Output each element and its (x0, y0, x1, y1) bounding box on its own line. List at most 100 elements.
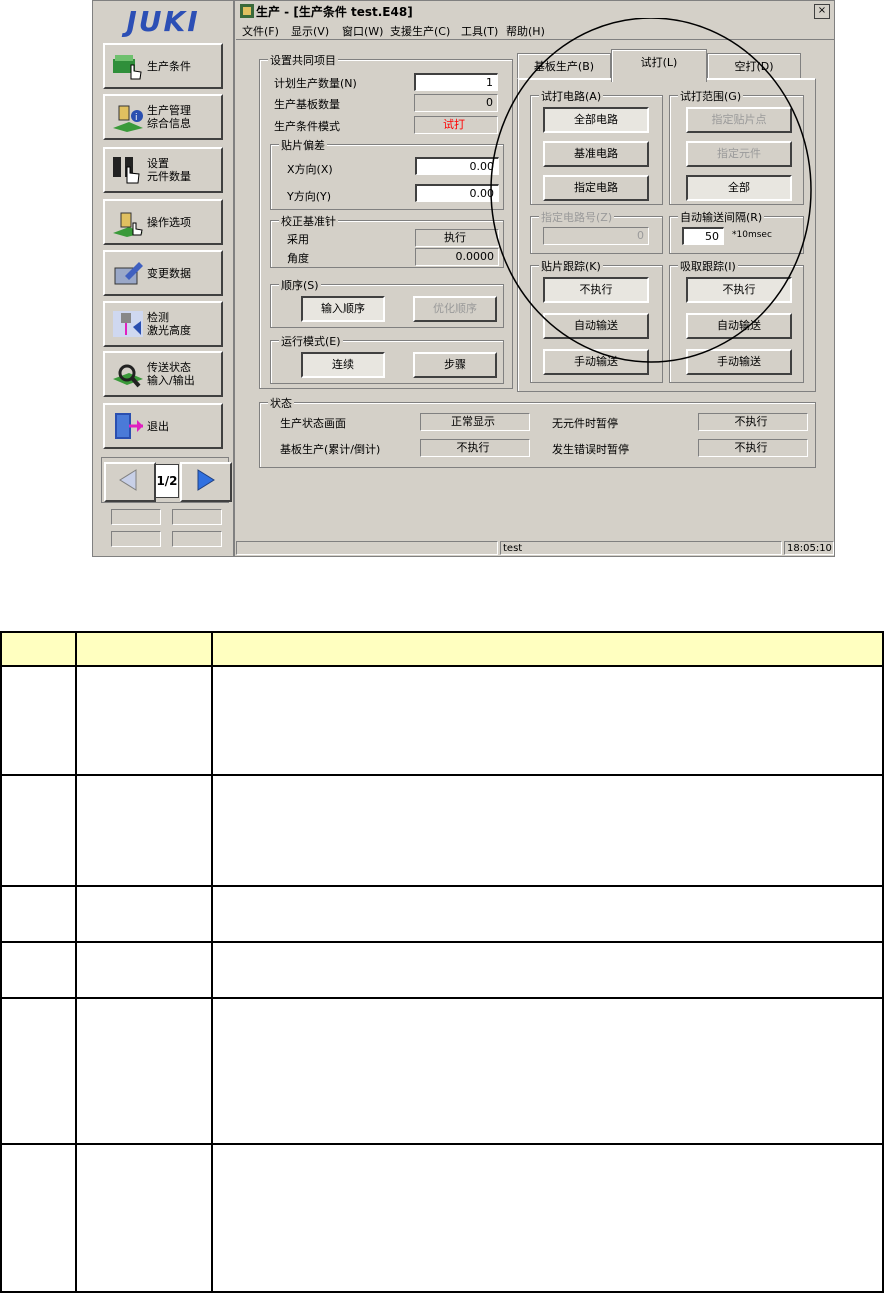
status-pane-blank (236, 541, 498, 555)
table-row (0, 774, 884, 887)
mount-track-manual-button[interactable]: 手动输送 (543, 349, 649, 375)
status-file: test (500, 541, 782, 555)
no-part-pause-value: 不执行 (698, 413, 808, 431)
table-row (0, 1143, 884, 1293)
left-nav-panel: JUKI 生产条件 i 生产管理 综合信息 设置 元件数量 操作选项 变更数据 … (93, 1, 235, 556)
table-row (0, 885, 884, 943)
status-slot (111, 509, 161, 525)
pick-track-auto-button[interactable]: 自动输送 (686, 313, 792, 339)
group-label: 自动输送间隔(R) (678, 209, 765, 225)
table-cell (75, 1143, 213, 1293)
arrow-right-icon (197, 469, 215, 491)
mount-track-auto-button[interactable]: 自动输送 (543, 313, 649, 339)
header-cell (75, 631, 213, 667)
step-button[interactable]: 步骤 (413, 352, 497, 378)
edit-icon (114, 262, 143, 285)
calib-group: 校正基准针 采用 执行 角度 0.0000 (270, 213, 504, 268)
nav-operation-options-button[interactable]: 操作选项 (103, 199, 223, 245)
nav-label: 退出 (147, 419, 169, 433)
arrow-left-icon (119, 469, 137, 491)
auto-interval-group: 自动输送间隔(R) 50 *10msec (669, 209, 804, 254)
nav-label: 设置 元件数量 (147, 157, 191, 183)
calib-angle-label: 角度 (287, 252, 309, 265)
group-label: 指定电路号(Z) (539, 209, 615, 225)
auto-interval-input[interactable]: 50 (682, 227, 724, 245)
error-pause-label: 发生错误时暂停 (552, 443, 629, 456)
all-circuits-button[interactable]: 全部电路 (543, 107, 649, 133)
common-settings-group: 设置共同项目 计划生产数量(N) 1 生产基板数量 0 生产条件模式 试打 贴片… (259, 52, 513, 389)
pick-track-none-button[interactable]: 不执行 (686, 277, 792, 303)
next-page-button[interactable] (180, 462, 232, 502)
group-label: 设置共同项目 (268, 52, 338, 68)
nav-production-conditions-button[interactable]: 生产条件 (103, 43, 223, 89)
status-bar: test 18:05:10 (236, 540, 834, 556)
pick-track-manual-button[interactable]: 手动输送 (686, 349, 792, 375)
menu-view[interactable]: 显示(V) (291, 23, 329, 39)
continuous-button[interactable]: 连续 (301, 352, 385, 378)
input-order-button[interactable]: 输入顺序 (301, 296, 385, 322)
menu-tools[interactable]: 工具(T) (461, 23, 498, 39)
optimize-order-button[interactable]: 优化顺序 (413, 296, 497, 322)
table-cell (211, 997, 884, 1145)
tab-trial[interactable]: 试打(L) (611, 49, 707, 82)
circuit-number-input[interactable]: 0 (543, 227, 649, 245)
table-cell (0, 941, 77, 999)
menu-help[interactable]: 帮助(H) (506, 23, 545, 39)
menu-window[interactable]: 窗口(W) (342, 23, 383, 39)
mode-value: 试打 (414, 116, 498, 134)
header-cell (0, 631, 77, 667)
prev-page-button[interactable] (104, 462, 156, 502)
production-window: JUKI 生产条件 i 生产管理 综合信息 设置 元件数量 操作选项 变更数据 … (92, 0, 835, 557)
operator-icon (113, 212, 143, 237)
nav-label: 操作选项 (147, 215, 191, 229)
nav-label: 变更数据 (147, 266, 191, 280)
plan-qty-input[interactable]: 1 (414, 73, 498, 91)
nav-exit-button[interactable]: 退出 (103, 403, 223, 449)
nav-change-data-button[interactable]: 变更数据 (103, 250, 223, 296)
table-cell (75, 885, 213, 943)
board-qty-label: 生产基板数量 (274, 98, 340, 111)
juki-logo: JUKI (97, 5, 229, 39)
table-cell (0, 1143, 77, 1293)
auto-interval-unit: *10msec (732, 230, 772, 240)
app-icon (240, 4, 254, 18)
specified-circuit-button[interactable]: 指定电路 (543, 175, 649, 201)
range-all-button[interactable]: 全部 (686, 175, 792, 201)
mount-track-none-button[interactable]: 不执行 (543, 277, 649, 303)
tab-board-production[interactable]: 基板生产(B) (517, 53, 611, 80)
group-label: 贴片偏差 (279, 137, 327, 153)
screen-label: 生产状态画面 (280, 417, 346, 430)
run-mode-group: 运行模式(E) 连续 步骤 (270, 333, 504, 384)
table-cell (75, 997, 213, 1145)
status-time: 18:05:10 (784, 541, 834, 555)
group-label: 校正基准针 (279, 213, 338, 229)
nav-set-part-qty-button[interactable]: 设置 元件数量 (103, 147, 223, 193)
nav-production-info-button[interactable]: i 生产管理 综合信息 (103, 94, 223, 140)
close-button[interactable]: × (814, 4, 830, 19)
mount-tracking-group: 贴片跟踪(K) 不执行 自动输送 手动输送 (530, 258, 663, 383)
x-offset-input[interactable]: 0.00 (415, 157, 499, 175)
group-label: 试打范围(G) (678, 88, 744, 104)
plan-qty-label: 计划生产数量(N) (274, 77, 357, 90)
specified-part-button[interactable]: 指定元件 (686, 141, 792, 167)
base-circuit-button[interactable]: 基准电路 (543, 141, 649, 167)
tab-dry-run[interactable]: 空打(D) (707, 53, 801, 80)
error-pause-value: 不执行 (698, 439, 808, 457)
menu-bar: 文件(F) 显示(V) 窗口(W) 支援生产(C) 工具(T) 帮助(H) (236, 20, 834, 40)
group-label: 吸取跟踪(I) (678, 258, 738, 274)
magnifier-icon (113, 364, 143, 388)
table-cell (0, 997, 77, 1145)
nav-laser-height-button[interactable]: 检测 激光高度 (103, 301, 223, 347)
trial-tab-panel: 试打电路(A) 全部电路 基准电路 指定电路 试打范围(G) 指定贴片点 指定元… (517, 78, 816, 392)
nav-transfer-io-button[interactable]: 传送状态 输入/输出 (103, 351, 223, 397)
svg-text:i: i (135, 113, 138, 123)
laser-icon (113, 311, 143, 337)
menu-file[interactable]: 文件(F) (242, 23, 279, 39)
group-label: 运行模式(E) (279, 333, 343, 349)
y-offset-input[interactable]: 0.00 (415, 184, 499, 202)
board-count-label: 基板生产(累计/倒计) (280, 443, 381, 456)
order-group: 顺序(S) 输入顺序 优化顺序 (270, 277, 504, 328)
specified-point-button[interactable]: 指定贴片点 (686, 107, 792, 133)
group-label: 试打电路(A) (539, 88, 604, 104)
menu-support[interactable]: 支援生产(C) (390, 23, 450, 39)
